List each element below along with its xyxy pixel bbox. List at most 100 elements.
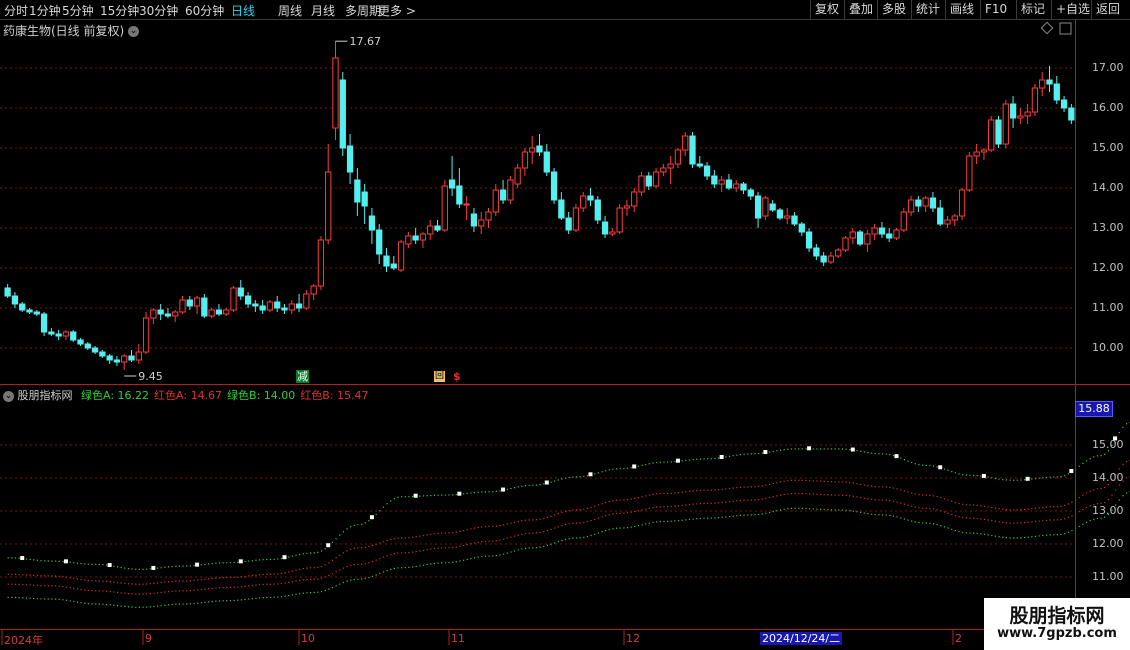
candle[interactable] <box>922 196 929 212</box>
candle[interactable] <box>958 188 966 220</box>
candle[interactable] <box>871 224 878 240</box>
candle[interactable] <box>645 172 652 190</box>
candle[interactable] <box>128 350 135 362</box>
candle[interactable] <box>652 168 660 188</box>
candle[interactable] <box>470 208 478 232</box>
toolbar-button[interactable]: 画线 <box>945 0 980 19</box>
candle[interactable] <box>448 156 456 196</box>
candle[interactable] <box>638 172 645 196</box>
candle[interactable] <box>718 176 725 192</box>
candle[interactable] <box>70 330 77 342</box>
candle[interactable] <box>1017 108 1024 124</box>
candle[interactable] <box>820 252 827 266</box>
candle[interactable] <box>864 230 871 252</box>
candle[interactable] <box>616 204 623 234</box>
period-tab[interactable]: 日线 <box>231 2 255 19</box>
candle[interactable] <box>842 236 849 252</box>
chart-canvas[interactable]: 17.67 9.45 <box>0 0 1130 650</box>
candle[interactable] <box>434 220 441 232</box>
candle[interactable] <box>113 356 121 366</box>
candle[interactable] <box>492 184 499 216</box>
candle[interactable] <box>252 300 259 312</box>
candle[interactable] <box>48 328 55 336</box>
candle[interactable] <box>142 312 150 354</box>
candle[interactable] <box>62 330 70 340</box>
candle[interactable] <box>19 302 26 312</box>
window-toggle-icon[interactable] <box>1059 22 1072 35</box>
candle[interactable] <box>507 176 514 204</box>
period-tab[interactable]: 月线 <box>311 2 335 19</box>
candle[interactable] <box>951 214 958 226</box>
candle[interactable] <box>980 148 988 160</box>
candle[interactable] <box>521 148 529 176</box>
candle[interactable] <box>988 116 995 152</box>
candle[interactable] <box>295 294 303 312</box>
candle[interactable] <box>99 350 106 358</box>
candle[interactable] <box>682 132 689 156</box>
candle[interactable] <box>4 284 11 298</box>
candle[interactable] <box>332 41 339 140</box>
candle[interactable] <box>121 354 128 370</box>
candle[interactable] <box>944 216 951 228</box>
candle[interactable] <box>499 180 507 204</box>
candle[interactable] <box>390 256 397 270</box>
candle[interactable] <box>456 168 463 208</box>
toolbar-button[interactable]: 叠加 <box>844 0 877 19</box>
candle[interactable] <box>1009 96 1017 128</box>
candle[interactable] <box>84 342 91 350</box>
candle[interactable] <box>689 132 696 168</box>
candle[interactable] <box>376 224 383 264</box>
candle[interactable] <box>827 252 835 264</box>
candle[interactable] <box>536 134 543 156</box>
candle[interactable] <box>441 180 448 232</box>
candle[interactable] <box>1031 84 1039 116</box>
period-tab[interactable]: 更多 > <box>378 2 416 19</box>
candle[interactable] <box>208 308 215 318</box>
period-tab[interactable]: 周线 <box>278 2 302 19</box>
candle[interactable] <box>478 212 485 234</box>
candle[interactable] <box>346 134 354 184</box>
candle[interactable] <box>215 304 223 316</box>
candle[interactable] <box>740 182 747 194</box>
candle[interactable] <box>929 192 937 212</box>
candle[interactable] <box>179 296 186 314</box>
candle[interactable] <box>776 208 784 220</box>
candle[interactable] <box>1024 104 1031 124</box>
candle[interactable] <box>55 330 62 340</box>
candle[interactable] <box>223 308 230 316</box>
candle[interactable] <box>900 208 907 232</box>
candle[interactable] <box>529 136 536 164</box>
candle[interactable] <box>288 300 295 314</box>
candle[interactable] <box>805 228 813 252</box>
candle[interactable] <box>186 296 193 310</box>
candle[interactable] <box>412 228 419 244</box>
candle[interactable] <box>966 152 973 192</box>
candle[interactable] <box>485 208 492 228</box>
candle[interactable] <box>937 200 944 226</box>
candle[interactable] <box>711 170 718 188</box>
candle[interactable] <box>361 184 368 224</box>
candle[interactable] <box>514 164 521 188</box>
candle[interactable] <box>157 304 164 320</box>
candle[interactable] <box>594 196 601 224</box>
candle[interactable] <box>281 304 288 314</box>
toolbar-button[interactable]: 返回 <box>1091 0 1130 19</box>
candle[interactable] <box>856 230 864 246</box>
period-tab[interactable]: 多周期 <box>345 2 381 19</box>
candle[interactable] <box>915 196 922 212</box>
candle[interactable] <box>580 192 587 212</box>
period-tab[interactable]: 60分钟 <box>185 2 224 19</box>
candle[interactable] <box>172 310 179 322</box>
chevron-down-icon[interactable]: ⌄ <box>3 390 14 402</box>
candle[interactable] <box>368 208 376 244</box>
toolbar-button[interactable]: F10 <box>980 0 1016 19</box>
candle[interactable] <box>1053 76 1060 104</box>
candle[interactable] <box>725 174 733 190</box>
candle[interactable] <box>383 248 390 272</box>
candle[interactable] <box>733 180 740 192</box>
candle[interactable] <box>397 240 405 272</box>
candle[interactable] <box>623 200 631 216</box>
candle[interactable] <box>601 216 609 238</box>
candle[interactable] <box>463 196 470 220</box>
candle[interactable] <box>303 290 310 310</box>
